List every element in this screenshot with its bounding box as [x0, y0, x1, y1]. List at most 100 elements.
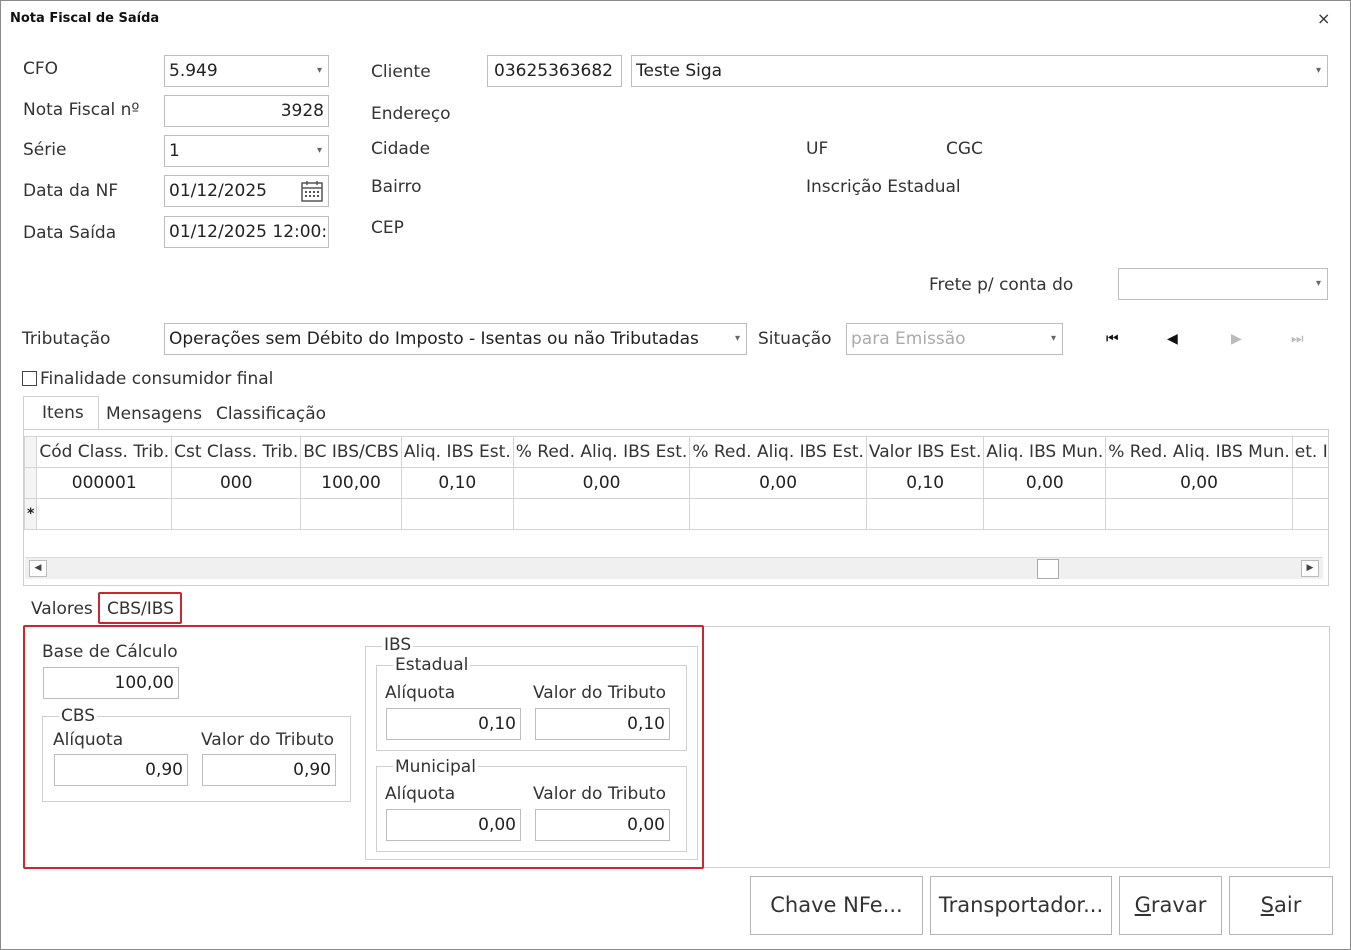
estadual-aliquota-label: Alíquota	[385, 683, 456, 703]
calendar-icon[interactable]	[301, 180, 323, 202]
column-header[interactable]: Aliq. IBS Mun.	[983, 436, 1107, 468]
tab-itens-label: Itens	[42, 403, 84, 423]
table-cell[interactable]: 000001	[36, 467, 173, 499]
table-cell[interactable]	[865, 498, 985, 530]
chevron-down-icon: ▾	[1315, 65, 1321, 76]
previous-record-icon[interactable]: ◀	[1167, 331, 1178, 347]
situacao-value: para Emissão	[851, 329, 966, 349]
base-calculo-field[interactable]: 100,00	[43, 667, 179, 699]
frete-select[interactable]: ▾	[1118, 268, 1328, 300]
cliente-code-field[interactable]: 03625363682	[487, 55, 622, 87]
table-cell[interactable]	[983, 498, 1107, 530]
column-header[interactable]: % Red. Aliq. IBS Est.	[512, 436, 691, 468]
column-header[interactable]: Cst Class. Trib.	[171, 436, 302, 468]
sair-mnemonic: S	[1260, 893, 1274, 917]
cliente-name-select[interactable]: Teste Siga ▾	[631, 55, 1328, 87]
gravar-label: ravar	[1150, 893, 1207, 917]
chave-nfe-button[interactable]: Chave NFe...	[750, 876, 923, 935]
column-header[interactable]: et. IB	[1291, 436, 1328, 468]
column-header[interactable]: Cód Class. Trib.	[36, 436, 173, 468]
estadual-valor-field[interactable]: 0,10	[535, 708, 670, 740]
table-cell[interactable]	[171, 498, 302, 530]
nota-fiscal-dialog: Nota Fiscal de Saída × CFO 5.949 ▾ Nota …	[0, 0, 1351, 950]
column-header[interactable]: Aliq. IBS Est.	[400, 436, 514, 468]
cbs-aliquota-field[interactable]: 0,90	[54, 754, 188, 786]
table-cell[interactable]	[1291, 498, 1328, 530]
table-cell[interactable]: 0,00	[983, 467, 1107, 499]
sair-label: air	[1274, 893, 1302, 917]
table-cell[interactable]: 000	[171, 467, 302, 499]
data-nf-field[interactable]: 01/12/2025	[164, 175, 329, 207]
cbs-valor-label: Valor do Tributo	[201, 730, 335, 750]
table-cell[interactable]	[512, 498, 691, 530]
cliente-name-value: Teste Siga	[636, 61, 723, 81]
estadual-valor-label: Valor do Tributo	[533, 683, 667, 703]
estadual-group-label: Estadual	[393, 655, 471, 675]
cidade-label: Cidade	[371, 139, 431, 159]
column-header[interactable]: Valor IBS Est.	[865, 436, 985, 468]
cbs-valor-field[interactable]: 0,90	[202, 754, 336, 786]
last-record-icon[interactable]: ⏭	[1291, 331, 1304, 347]
row-selector-header	[24, 436, 38, 468]
municipal-group-label: Municipal	[393, 757, 478, 777]
table-cell[interactable]	[36, 498, 173, 530]
table-cell[interactable]: 0,00	[1105, 467, 1293, 499]
scrollbar-thumb[interactable]	[1037, 559, 1059, 579]
transportador-button[interactable]: Transportador...	[930, 876, 1112, 935]
table-cell[interactable]	[689, 498, 867, 530]
data-nf-value: 01/12/2025	[169, 181, 267, 201]
scroll-left-icon[interactable]: ◀	[29, 560, 47, 577]
chevron-down-icon: ▾	[734, 333, 740, 344]
column-header[interactable]: BC IBS/CBS	[300, 436, 402, 468]
estadual-aliquota-field[interactable]: 0,10	[386, 708, 521, 740]
municipal-valor-label: Valor do Tributo	[533, 784, 667, 804]
scroll-right-icon[interactable]: ▶	[1301, 560, 1319, 577]
finalidade-checkbox[interactable]	[22, 371, 37, 386]
items-table: Cód Class. Trib. Cst Class. Trib. BC IBS…	[24, 436, 1328, 530]
tab-mensagens[interactable]: Mensagens	[106, 404, 202, 424]
tab-itens[interactable]: Itens	[23, 396, 99, 431]
municipal-aliquota-label: Alíquota	[385, 784, 456, 804]
close-icon[interactable]: ×	[1317, 9, 1330, 28]
tab-cbs-ibs[interactable]: CBS/IBS	[98, 592, 182, 624]
serie-select[interactable]: 1 ▾	[164, 135, 329, 167]
nf-number-field[interactable]: 3928	[164, 95, 329, 127]
table-cell[interactable]	[400, 498, 514, 530]
first-record-icon[interactable]: ⏮	[1106, 331, 1119, 347]
municipal-valor-field[interactable]: 0,00	[535, 809, 670, 841]
cfo-select[interactable]: 5.949 ▾	[164, 55, 329, 87]
gravar-button[interactable]: Gravar	[1119, 876, 1222, 935]
tributacao-label: Tributação	[22, 329, 111, 349]
data-saida-label: Data Saída	[23, 223, 117, 243]
table-header-row: Cód Class. Trib. Cst Class. Trib. BC IBS…	[24, 436, 1328, 468]
table-new-row[interactable]: *	[24, 498, 1328, 530]
next-record-icon[interactable]: ▶	[1231, 331, 1242, 347]
municipal-aliquota-field[interactable]: 0,00	[386, 809, 521, 841]
chevron-down-icon: ▾	[1315, 278, 1321, 289]
table-cell[interactable]	[1105, 498, 1293, 530]
table-cell[interactable]	[300, 498, 402, 530]
tab-valores[interactable]: Valores	[31, 599, 93, 619]
row-selector[interactable]	[24, 467, 38, 499]
cfo-label: CFO	[23, 59, 59, 79]
column-header[interactable]: % Red. Aliq. IBS Est.	[689, 436, 867, 468]
table-cell[interactable]	[1291, 467, 1328, 499]
horizontal-scrollbar[interactable]: ◀ ▶	[25, 557, 1323, 579]
sair-button[interactable]: Sair	[1229, 876, 1333, 935]
tributacao-select[interactable]: Operações sem Débito do Imposto - Isenta…	[164, 323, 747, 355]
gravar-mnemonic: G	[1134, 893, 1151, 917]
tab-classificacao[interactable]: Classificação	[216, 404, 326, 424]
table-cell[interactable]: 100,00	[300, 467, 402, 499]
table-cell[interactable]: 0,10	[400, 467, 514, 499]
column-header[interactable]: % Red. Aliq. IBS Mun.	[1105, 436, 1293, 468]
data-saida-field[interactable]: 01/12/2025 12:00:00	[164, 216, 329, 248]
table-cell[interactable]: 0,10	[865, 467, 985, 499]
frete-label: Frete p/ conta do	[929, 275, 1074, 295]
table-row[interactable]: 000001 000 100,00 0,10 0,00 0,00 0,10 0,…	[24, 467, 1328, 499]
table-cell[interactable]: 0,00	[689, 467, 867, 499]
data-nf-label: Data da NF	[23, 181, 119, 201]
table-cell[interactable]: 0,00	[512, 467, 691, 499]
serie-value: 1	[169, 141, 180, 161]
finalidade-label: Finalidade consumidor final	[40, 369, 274, 389]
cbs-aliquota-label: Alíquota	[53, 730, 124, 750]
